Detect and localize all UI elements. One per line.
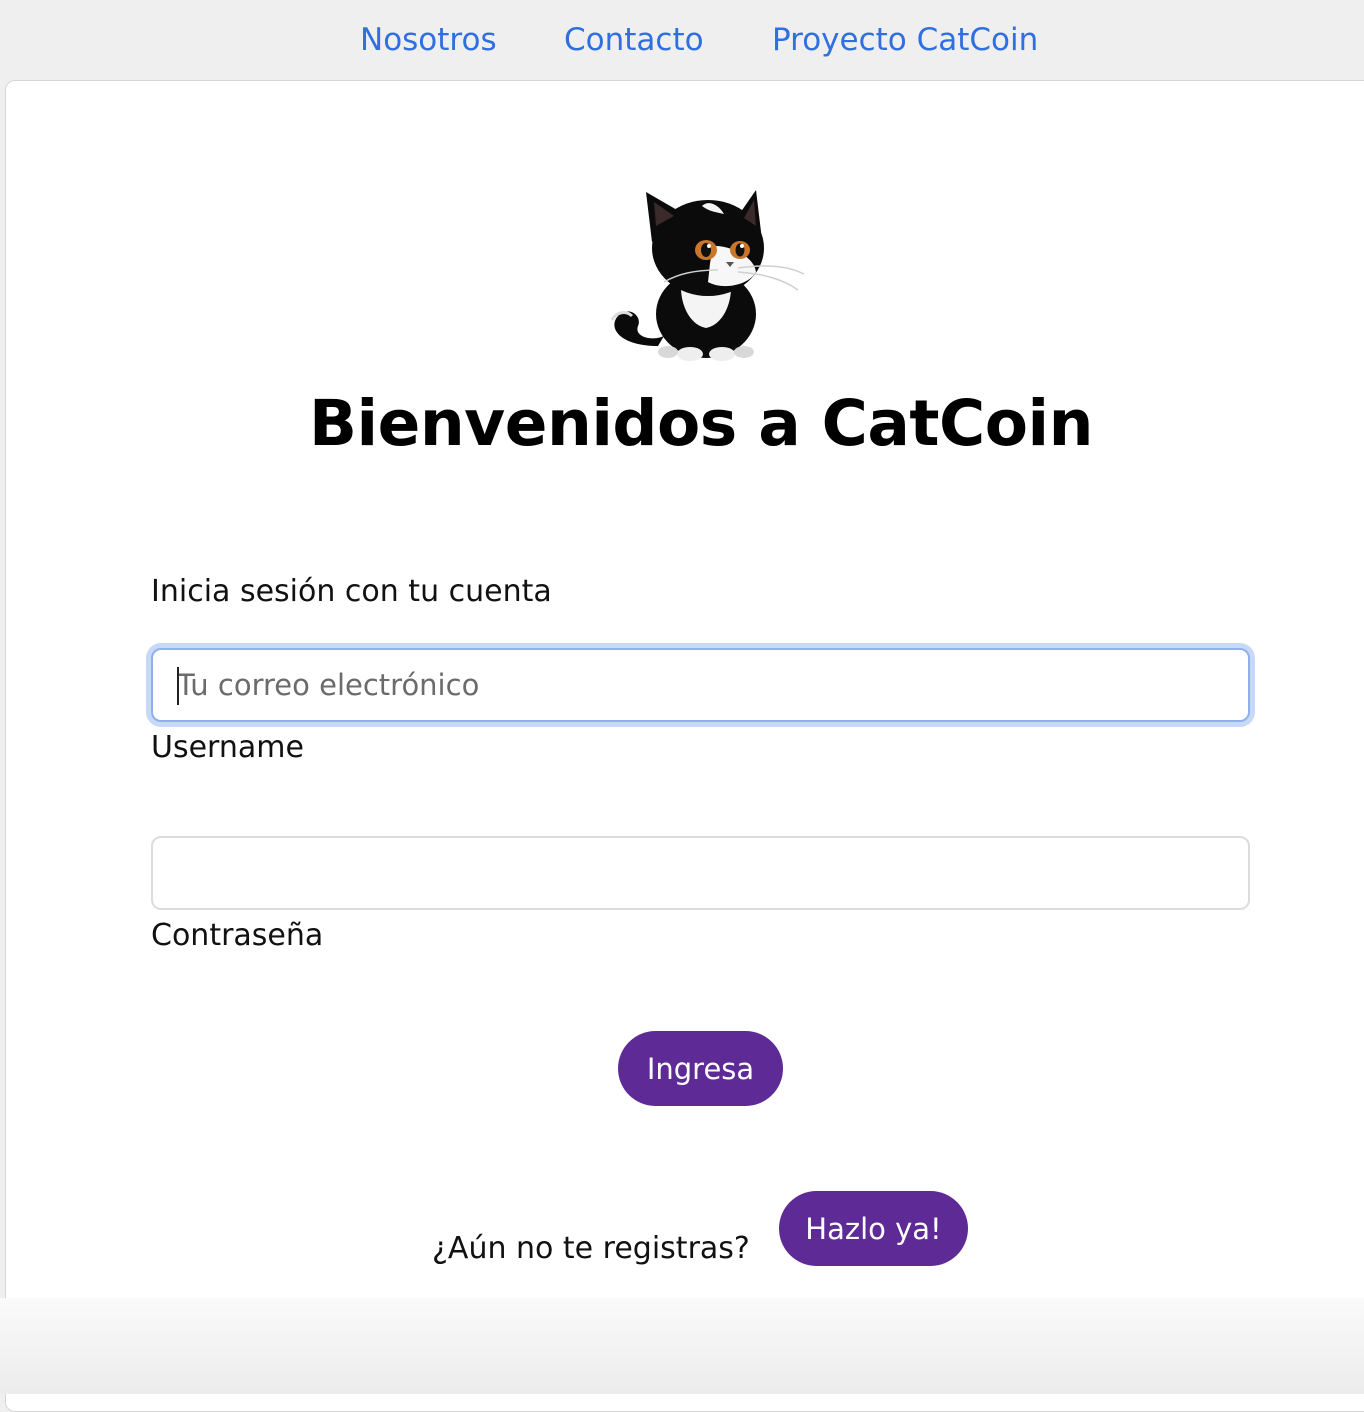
nav-link-nosotros[interactable]: Nosotros bbox=[360, 20, 497, 60]
register-prompt: ¿Aún no te registras? bbox=[432, 1231, 750, 1266]
login-button[interactable]: Ingresa bbox=[618, 1031, 783, 1106]
password-label: Contraseña bbox=[151, 918, 324, 953]
text-caret bbox=[177, 667, 179, 705]
nav-link-proyecto-catcoin[interactable]: Proyecto CatCoin bbox=[772, 20, 1038, 60]
username-label: Username bbox=[151, 730, 304, 765]
email-input[interactable] bbox=[151, 648, 1250, 722]
cat-logo-icon bbox=[610, 190, 805, 361]
password-input[interactable] bbox=[151, 836, 1250, 910]
nav-link-contacto[interactable]: Contacto bbox=[564, 20, 704, 60]
login-subtitle: Inicia sesión con tu cuenta bbox=[151, 574, 552, 609]
top-nav: Nosotros Contacto Proyecto CatCoin bbox=[0, 0, 1364, 80]
page-title: Bienvenidos a CatCoin bbox=[308, 387, 1094, 460]
page-bottom-area bbox=[0, 1298, 1364, 1394]
register-button[interactable]: Hazlo ya! bbox=[779, 1191, 968, 1266]
